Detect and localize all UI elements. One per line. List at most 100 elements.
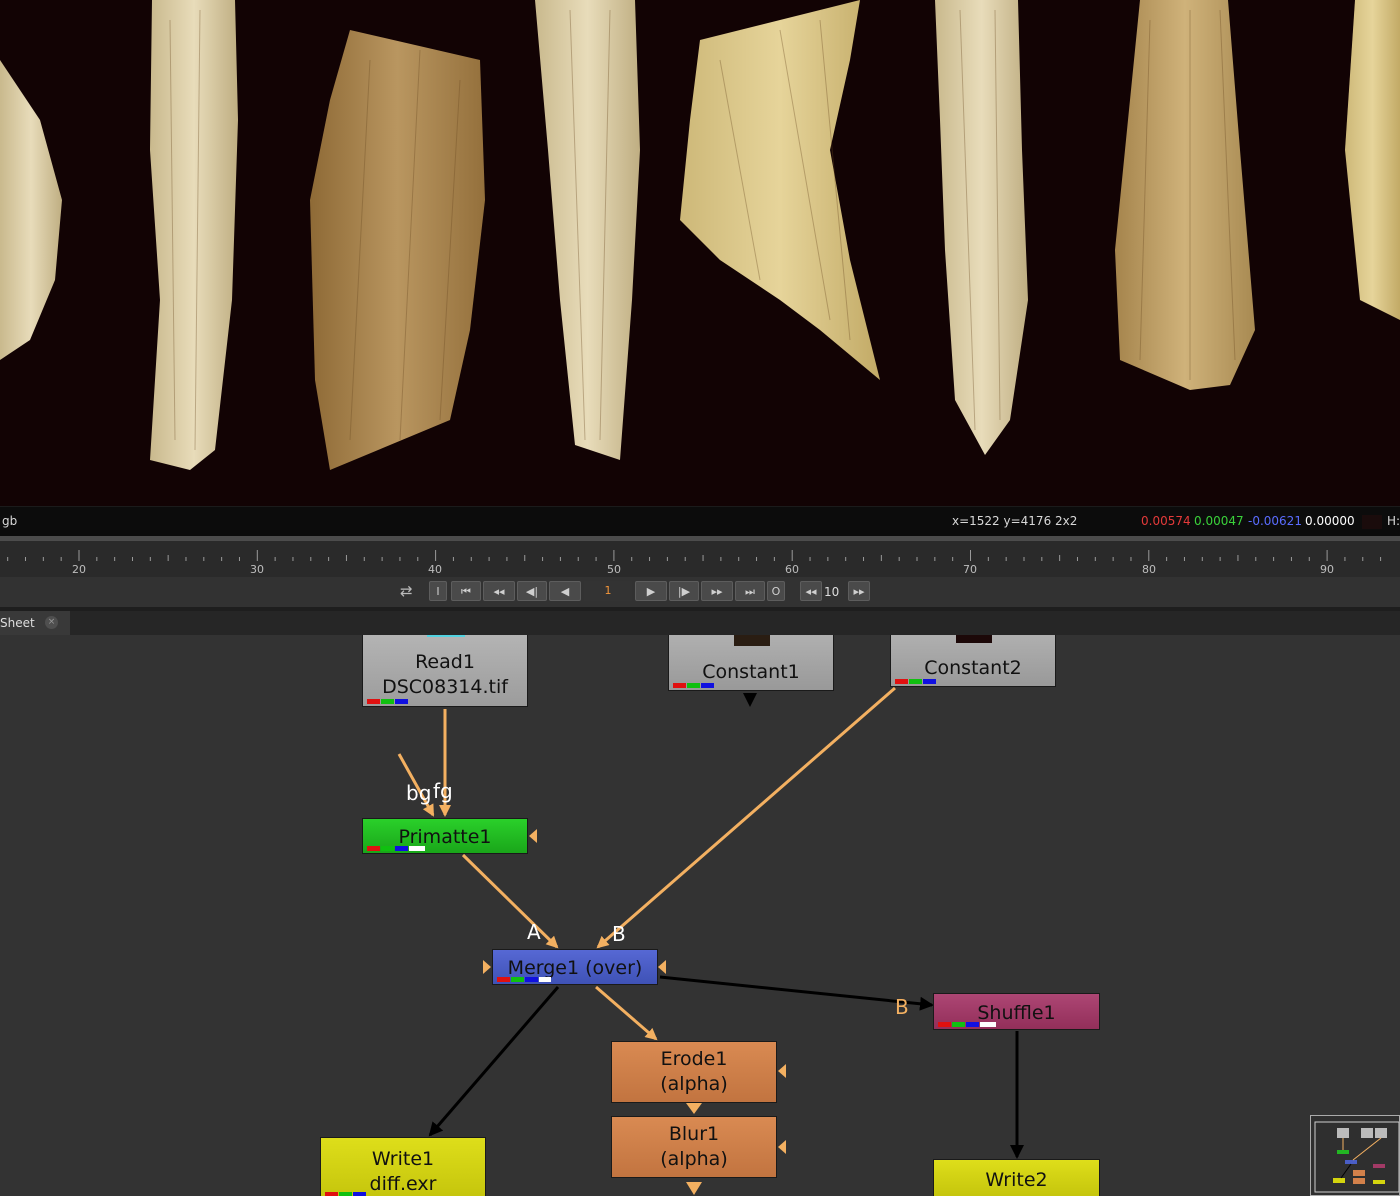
input-label-bg: bg <box>406 781 432 805</box>
node-graph[interactable]: Read1 DSC08314.tif Constant1 Constant2 P… <box>0 635 1400 1196</box>
tick-label: 50 <box>607 563 621 576</box>
prev-keyframe-button[interactable]: ◂◂ <box>483 581 515 601</box>
image-viewer[interactable] <box>0 0 1400 506</box>
close-tab-icon[interactable]: × <box>45 616 58 629</box>
step-back-increment-button[interactable]: ◂◂ <box>800 581 822 601</box>
merge-mask-input[interactable] <box>658 960 666 974</box>
primatte-mask-input[interactable] <box>529 829 537 843</box>
last-frame-button[interactable]: ⏭ <box>735 581 765 601</box>
tick-label: 30 <box>250 563 264 576</box>
pixel-coords: x=1522 y=4176 2x2 <box>952 514 1078 528</box>
write1-node[interactable]: Write1 diff.exr <box>320 1137 486 1196</box>
erode-mask-input[interactable] <box>778 1064 786 1078</box>
channel-indicator <box>325 1192 367 1196</box>
constant1-node[interactable]: Constant1 <box>668 635 834 691</box>
node-label: Read1 <box>415 651 475 673</box>
step-forward-increment-button[interactable]: ▸▸ <box>848 581 870 601</box>
tick-label: 90 <box>1320 563 1334 576</box>
current-frame-field[interactable]: 1 <box>584 581 632 601</box>
input-label-b: B <box>612 922 626 946</box>
transport-controls: ⇄ I ⏮ ◂◂ ◀| ◀ 1 ▶ |▶ ▸▸ ⏭ O ◂◂ 10 ▸▸ <box>0 577 1400 607</box>
minimap-preview <box>1314 1121 1400 1193</box>
panel-tab-bar: Sheet × <box>0 611 1400 636</box>
red-value: 0.00574 <box>1141 514 1191 528</box>
set-out-point-button[interactable]: O <box>767 581 785 601</box>
play-forward-button[interactable]: ▶ <box>635 581 667 601</box>
node-label: DSC08314.tif <box>382 676 508 698</box>
shuffle1-node[interactable]: Shuffle1 <box>933 993 1100 1030</box>
node-label: Blur1 <box>668 1123 720 1145</box>
merge-left-input[interactable] <box>483 960 491 974</box>
channel-indicator <box>673 683 715 688</box>
node-label: (alpha) <box>660 1148 728 1170</box>
set-in-point-button[interactable]: I <box>429 581 447 601</box>
tab-label: Sheet <box>0 616 35 630</box>
tick-label: 40 <box>428 563 442 576</box>
channel-indicator <box>895 679 937 684</box>
input-label-fg: fg <box>433 779 453 803</box>
edge-merge-to-shuffle[interactable] <box>659 975 934 1011</box>
edge-merge-to-erode[interactable] <box>595 985 658 1041</box>
tick-label: 70 <box>963 563 977 576</box>
blur-mask-input[interactable] <box>778 1140 786 1154</box>
tick-label: 80 <box>1142 563 1156 576</box>
play-backward-button[interactable]: ◀ <box>549 581 581 601</box>
next-frame-button[interactable]: |▶ <box>669 581 699 601</box>
fast-forward-icon: ▸▸ <box>853 585 865 598</box>
loop-mode-icon[interactable]: ⇄ <box>400 582 413 600</box>
viewer-image-wood-strips <box>0 0 1400 470</box>
constant1-output-arrow[interactable] <box>743 693 757 707</box>
color-swatch <box>1362 515 1382 529</box>
node-label: Constant2 <box>924 657 1022 679</box>
next-keyframe-button[interactable]: ▸▸ <box>701 581 733 601</box>
blur-output-arrow[interactable] <box>686 1182 702 1195</box>
green-value: 0.00047 <box>1194 514 1244 528</box>
step-forward-icon: |▶ <box>677 585 691 598</box>
constant2-node[interactable]: Constant2 <box>890 635 1056 687</box>
timeline-ruler[interactable]: 20 30 40 50 60 70 80 90 <box>0 541 1400 577</box>
play-forward-icon: ▶ <box>646 585 656 598</box>
first-frame-icon: ⏮ <box>461 585 471 598</box>
channel-indicator <box>367 699 409 704</box>
next-keyframe-icon: ▸▸ <box>711 585 723 598</box>
channel-indicator <box>367 846 426 851</box>
node-label: Erode1 <box>660 1048 728 1070</box>
play-backward-icon: ◀ <box>560 585 570 598</box>
primatte1-node[interactable]: Primatte1 <box>362 818 528 854</box>
erode1-node[interactable]: Erode1 (alpha) <box>611 1041 777 1103</box>
edge-primatte-to-merge-a[interactable] <box>461 853 559 949</box>
constant1-color-swatch <box>734 635 770 646</box>
node-connections <box>397 686 1024 1195</box>
write2-node[interactable]: Write2 <box>933 1159 1100 1196</box>
hsv-label: H: <box>1387 514 1400 528</box>
last-frame-icon: ⏭ <box>745 585 755 598</box>
viewer-info-bar: gb x=1522 y=4176 2x2 0.00574 0.00047 -0.… <box>0 506 1400 537</box>
node-label: Write2 <box>985 1169 1048 1191</box>
node-label: Constant1 <box>702 661 800 683</box>
frame-increment-field[interactable]: 10 <box>824 585 839 599</box>
tab-node-graph[interactable]: Sheet × <box>0 611 70 635</box>
channel-indicator <box>938 1022 997 1027</box>
alpha-value: 0.00000 <box>1305 514 1355 528</box>
channel-label: gb <box>2 514 18 528</box>
edge-constant2-to-merge-b[interactable] <box>596 686 896 949</box>
edge-merge-to-write1[interactable] <box>428 986 560 1137</box>
node-label: (alpha) <box>660 1073 728 1095</box>
step-back-icon: ◀| <box>525 585 539 598</box>
tick-label: 60 <box>785 563 799 576</box>
channel-indicator <box>497 977 552 982</box>
tick-label: 20 <box>72 563 86 576</box>
shuffle-input-label-b: B <box>895 995 909 1019</box>
rewind-icon: ◂◂ <box>805 585 817 598</box>
node-graph-minimap[interactable] <box>1310 1115 1400 1196</box>
erode-to-blur-arrow[interactable] <box>686 1103 702 1114</box>
prev-frame-button[interactable]: ◀| <box>517 581 547 601</box>
read1-thumbnail-strip <box>427 635 465 637</box>
timeline-ticks <box>7 550 1382 561</box>
merge1-node[interactable]: Merge1 (over) <box>492 949 658 985</box>
first-frame-button[interactable]: ⏮ <box>451 581 481 601</box>
prev-keyframe-icon: ◂◂ <box>493 585 505 598</box>
input-label-a: A <box>527 920 541 944</box>
blur1-node[interactable]: Blur1 (alpha) <box>611 1116 777 1178</box>
read1-node[interactable]: Read1 DSC08314.tif <box>362 635 528 707</box>
